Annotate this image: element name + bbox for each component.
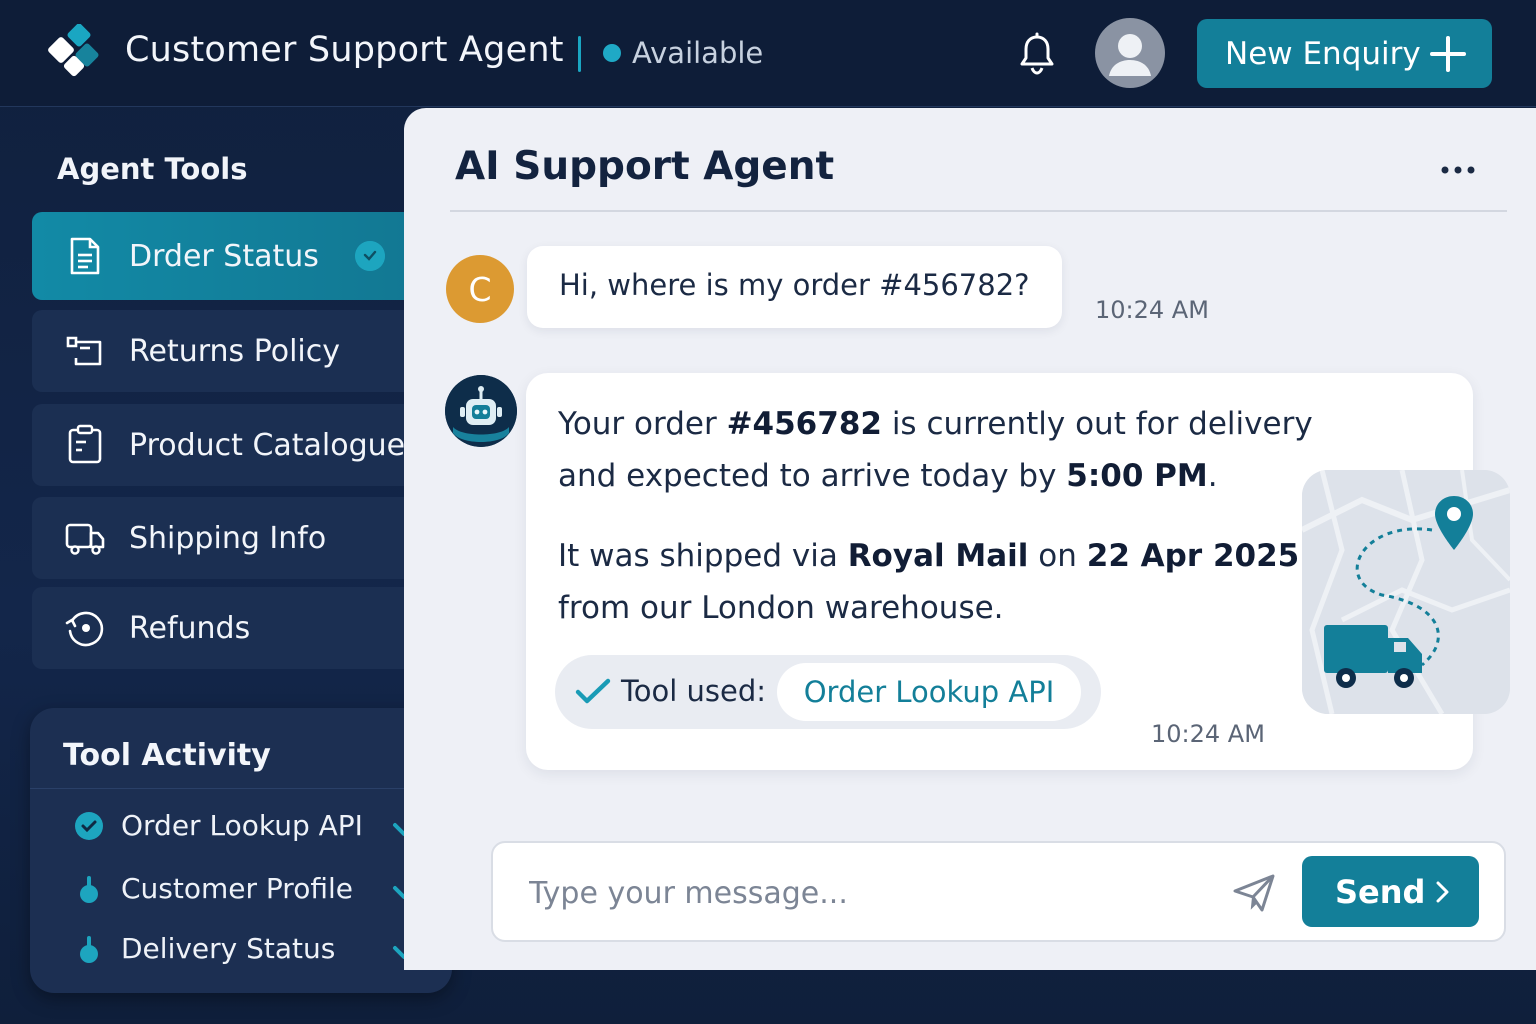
tool-activity-panel: Tool Activity Order Lookup API Customer … xyxy=(30,708,452,993)
tool-activity-label: Delivery Status xyxy=(121,932,336,965)
sidebar-item-order-status[interactable]: Drder Status xyxy=(32,212,412,300)
tool-activity-label: Order Lookup API xyxy=(121,809,363,842)
sidebar-item-label: Returns Policy xyxy=(129,333,341,369)
catalogue-icon xyxy=(68,424,102,464)
tool-activity-item: Delivery Status xyxy=(30,924,452,974)
truck-icon xyxy=(65,523,105,555)
text: It was shipped via xyxy=(558,538,848,574)
order-number: #456782 xyxy=(726,406,882,442)
tool-activity-title: Tool Activity xyxy=(63,738,271,773)
refund-icon xyxy=(65,611,104,647)
carrier-name: Royal Mail xyxy=(847,538,1029,574)
ship-date: 22 Apr 2025 xyxy=(1086,538,1300,574)
chat-panel: AI Support Agent C Hi, where is my order… xyxy=(404,108,1536,970)
text: . xyxy=(1207,458,1218,494)
robot-avatar-icon xyxy=(445,375,517,447)
chat-title: AI Support Agent xyxy=(455,144,835,189)
top-bar: Customer Support Agent Available New Enq… xyxy=(0,0,1536,107)
chevron-right-icon xyxy=(1436,881,1449,903)
availability-status[interactable]: Available xyxy=(632,36,763,70)
text: Your order xyxy=(558,406,727,442)
tool-used-chip: Tool used: Order Lookup API xyxy=(555,655,1101,729)
delivery-time: 5:00 PM xyxy=(1066,458,1208,494)
customer-message-bubble: Hi, where is my order #456782? xyxy=(527,246,1062,328)
checkmark-icon xyxy=(575,678,611,704)
text: on xyxy=(1028,538,1087,574)
text: from our London warehouse. xyxy=(558,590,1004,626)
user-avatar[interactable] xyxy=(1095,18,1165,88)
title-separator xyxy=(578,36,581,72)
sidebar-item-label: Shipping Info xyxy=(129,520,327,556)
sidebar-item-label: Product Catalogue xyxy=(129,427,406,463)
tool-activity-item: Order Lookup API xyxy=(30,801,452,851)
customer-message-text: Hi, where is my order #456782? xyxy=(559,268,1030,302)
delivery-map-illustration xyxy=(1302,470,1510,714)
send-button[interactable]: Send xyxy=(1302,856,1479,927)
user-avatar-icon xyxy=(1109,34,1151,76)
check-circle-icon xyxy=(355,241,385,271)
hand-pointer-icon xyxy=(80,876,98,903)
check-circle-icon xyxy=(75,812,103,840)
bell-icon[interactable] xyxy=(1016,32,1058,76)
agent-message-paragraph-2: It was shipped via Royal Mail on 22 Apr … xyxy=(558,530,1318,634)
sidebar-item-label: Drder Status xyxy=(129,238,319,274)
divider xyxy=(450,210,1507,212)
sidebar-item-label: Refunds xyxy=(129,610,251,646)
document-icon xyxy=(70,237,100,275)
message-input[interactable] xyxy=(529,871,1189,915)
sidebar-heading: Agent Tools xyxy=(57,152,248,186)
message-timestamp: 10:24 AM xyxy=(1095,296,1209,324)
sidebar-item-product-catalogue[interactable]: Product Catalogue xyxy=(32,404,412,486)
more-options-icon[interactable] xyxy=(1440,163,1476,177)
message-composer: Send xyxy=(491,841,1506,942)
agent-message-paragraph-1: Your order #456782 is currently out for … xyxy=(558,398,1318,502)
new-enquiry-label: New Enquiry xyxy=(1225,35,1421,72)
tool-used-value[interactable]: Order Lookup API xyxy=(777,663,1081,721)
customer-avatar: C xyxy=(446,255,514,323)
paper-plane-icon[interactable] xyxy=(1232,873,1276,913)
plus-icon xyxy=(1430,36,1466,72)
message-timestamp: 10:24 AM xyxy=(1151,720,1265,748)
divider xyxy=(30,788,452,789)
tool-activity-item: Customer Profile xyxy=(30,864,452,914)
new-enquiry-button[interactable]: New Enquiry xyxy=(1197,19,1492,88)
return-icon xyxy=(66,336,102,366)
tool-used-label: Tool used: xyxy=(621,674,767,708)
hand-pointer-icon xyxy=(80,936,98,963)
sidebar-item-shipping-info[interactable]: Shipping Info xyxy=(32,497,412,579)
send-button-label: Send xyxy=(1335,872,1426,911)
sidebar-item-refunds[interactable]: Refunds xyxy=(32,587,412,669)
status-dot-icon xyxy=(603,44,621,62)
logo-icon xyxy=(48,24,99,77)
app-title: Customer Support Agent xyxy=(125,30,564,70)
tool-activity-label: Customer Profile xyxy=(121,872,353,905)
sidebar-item-returns-policy[interactable]: Returns Policy xyxy=(32,310,412,392)
